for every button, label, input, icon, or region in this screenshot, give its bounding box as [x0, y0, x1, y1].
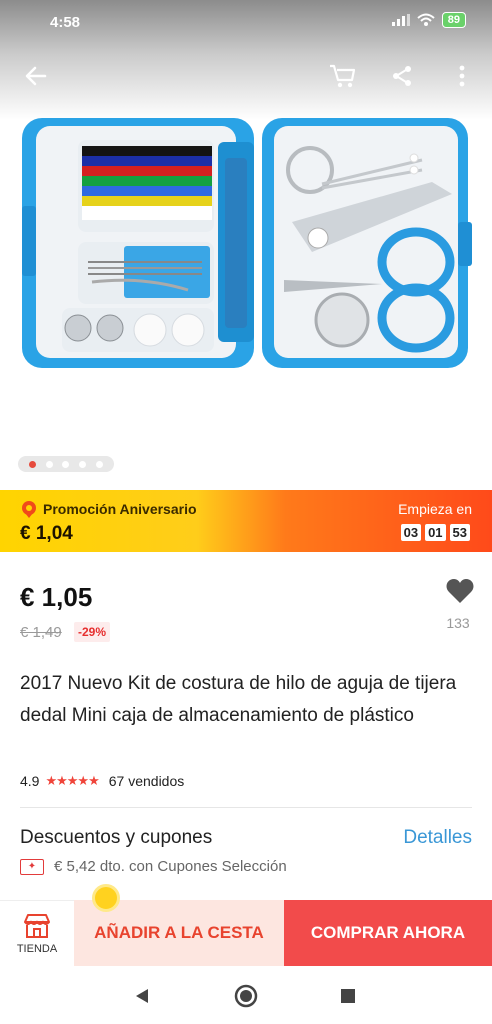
system-navigation-bar [0, 966, 492, 1024]
countdown-minutes: 01 [425, 524, 446, 541]
pagination-dot[interactable] [96, 460, 104, 468]
more-vertical-icon [459, 65, 465, 87]
promo-banner[interactable]: Promoción Aniversario € 1,04 Empieza en … [0, 490, 492, 552]
coupon-icon: ✦ [20, 858, 44, 875]
countdown-seconds: 53 [449, 524, 470, 541]
original-price: € 1,49 [20, 624, 62, 641]
product-image-gallery[interactable]: 4:58 89 [0, 0, 492, 490]
home-circle-icon [234, 984, 258, 1008]
wifi-icon [417, 13, 435, 26]
pagination-dot[interactable] [28, 460, 36, 468]
status-time: 4:58 [50, 14, 81, 31]
wishlist-count: 133 [446, 615, 470, 631]
divider [20, 807, 472, 808]
sold-count: 67 vendidos [108, 773, 185, 789]
square-recents-icon [341, 989, 355, 1003]
store-button[interactable]: TIENDA [0, 900, 74, 966]
promo-price: € 1,04 [20, 523, 73, 544]
cart-button[interactable] [326, 60, 358, 92]
product-price: € 1,05 [20, 582, 93, 612]
cart-icon [330, 64, 356, 88]
discount-badge: -29% [74, 622, 111, 642]
promo-countdown: 03 01 53 [400, 524, 470, 541]
nav-home-button[interactable] [234, 984, 258, 1008]
coin-icon[interactable] [92, 884, 120, 912]
promo-title: Promoción Aniversario [43, 501, 197, 517]
bottom-action-bar: TIENDA AÑADIR A LA CESTA COMPRAR AHORA [0, 900, 492, 966]
triangle-back-icon [136, 989, 148, 1003]
pagination-dot[interactable] [45, 460, 53, 468]
store-label: TIENDA [16, 942, 58, 955]
status-bar: 4:58 89 [0, 0, 492, 44]
share-icon [393, 66, 411, 86]
battery-icon: 89 [441, 12, 466, 28]
pagination-dot[interactable] [62, 460, 70, 468]
coupons-details-link[interactable]: Detalles [403, 827, 472, 849]
buy-now-button[interactable]: COMPRAR AHORA [284, 900, 492, 966]
promo-starts-label: Empieza en [398, 501, 472, 517]
nav-recents-button[interactable] [336, 984, 360, 1008]
rating-stars: ★★★★★ [45, 773, 99, 788]
nav-back-button[interactable] [130, 984, 154, 1008]
arrow-left-icon [25, 66, 47, 86]
gallery-pagination [18, 456, 114, 472]
top-toolbar [0, 56, 492, 96]
location-pin-icon [22, 501, 36, 518]
coupon-text: € 5,42 dto. con Cupones Selección [54, 858, 287, 875]
countdown-hours: 03 [400, 524, 422, 541]
signal-icon [391, 14, 410, 26]
product-title: 2017 Nuevo Kit de costura de hilo de agu… [20, 673, 457, 726]
coupon-row[interactable]: ✦ € 5,42 dto. con Cupones Selección [20, 858, 287, 875]
back-button[interactable] [20, 60, 52, 92]
heart-icon [446, 579, 474, 603]
promo-title-row: Promoción Aniversario [20, 500, 197, 518]
coupons-title: Descuentos y cupones [20, 827, 213, 848]
rating-value: 4.9 [20, 773, 40, 789]
product-image [22, 118, 472, 368]
rating-row[interactable]: 4.9 ★★★★★ 67 vendidos [20, 773, 184, 789]
more-options-button[interactable] [446, 60, 478, 92]
wishlist-button[interactable] [440, 578, 480, 609]
store-icon [24, 913, 50, 938]
status-icons: 89 [391, 12, 466, 28]
share-button[interactable] [386, 60, 418, 92]
pagination-dot[interactable] [79, 460, 87, 468]
